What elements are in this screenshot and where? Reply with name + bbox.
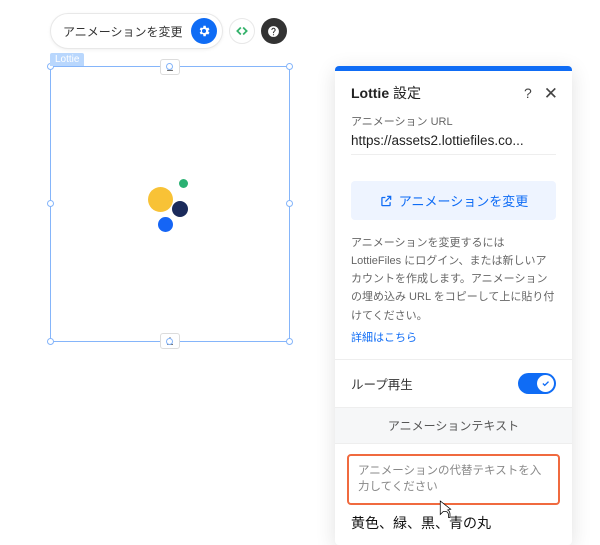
help-icon[interactable]	[261, 18, 287, 44]
learn-more-link[interactable]: 詳細はこちら	[335, 329, 572, 359]
resize-handle[interactable]	[47, 200, 54, 207]
loop-toggle[interactable]	[518, 373, 556, 394]
change-animation-button[interactable]: アニメーションを変更	[351, 181, 556, 220]
navy-circle	[172, 201, 188, 217]
loop-row: ループ再生	[335, 360, 572, 407]
toolbar-pill: アニメーションを変更	[50, 13, 223, 49]
url-field-value[interactable]: https://assets2.lottiefiles.co...	[351, 133, 556, 155]
element-type-tag: Lottie	[50, 53, 84, 66]
animation-text-header: アニメーションテキスト	[335, 407, 572, 444]
blue-circle	[158, 217, 173, 232]
alt-text-value: 黄色、緑、黒、青の丸	[335, 513, 572, 545]
toggle-knob	[537, 375, 554, 392]
resize-handle[interactable]	[166, 63, 173, 70]
change-help-text: アニメーションを変更するには LottieFiles にログイン、または新しいア…	[335, 234, 572, 329]
resize-handle[interactable]	[286, 338, 293, 345]
resize-handle[interactable]	[47, 338, 54, 345]
url-field-label: アニメーション URL	[351, 113, 556, 129]
panel-title: Lottie 設定	[351, 83, 421, 103]
change-animation-button-label: アニメーションを変更	[399, 191, 528, 210]
loop-label: ループ再生	[351, 374, 413, 393]
external-link-icon	[379, 194, 393, 208]
floating-toolbar: アニメーションを変更	[50, 13, 287, 49]
pointer-cursor-icon	[435, 499, 453, 526]
panel-header: Lottie 設定 ? ✕	[335, 71, 572, 113]
code-icon[interactable]	[229, 18, 255, 44]
selected-lottie-element[interactable]	[50, 66, 290, 342]
url-section: アニメーション URL https://assets2.lottiefiles.…	[335, 113, 572, 169]
resize-handle[interactable]	[166, 338, 173, 345]
resize-handle[interactable]	[286, 200, 293, 207]
lottie-animation-preview	[143, 177, 199, 233]
canvas[interactable]: Lottie	[50, 53, 290, 343]
yellow-circle	[148, 187, 173, 212]
lottie-settings-panel: Lottie 設定 ? ✕ アニメーション URL https://assets…	[335, 66, 572, 545]
change-animation-label[interactable]: アニメーションを変更	[63, 23, 183, 40]
close-icon[interactable]: ✕	[544, 85, 558, 102]
panel-help-icon[interactable]: ?	[524, 85, 532, 101]
gear-icon[interactable]	[191, 18, 217, 44]
green-circle	[179, 179, 188, 188]
resize-handle[interactable]	[286, 63, 293, 70]
alt-text-input[interactable]: アニメーションの代替テキストを入力してください	[347, 454, 560, 505]
